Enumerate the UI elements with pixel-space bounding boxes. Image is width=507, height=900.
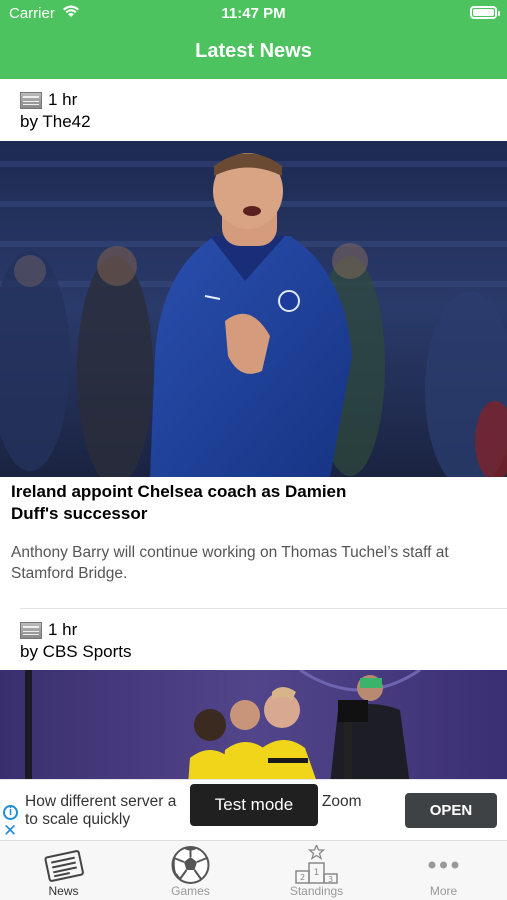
svg-text:3: 3 (328, 875, 333, 884)
article-source: by CBS Sports (20, 642, 132, 661)
tab-standings[interactable]: 1 2 3 Standings (253, 841, 380, 900)
article-meta: 1 hr by The42 (20, 89, 500, 132)
tab-more-label: More (429, 884, 458, 898)
test-mode-toast: Test mode (190, 784, 318, 826)
ad-info-icon[interactable]: i (3, 805, 18, 820)
article-source: by The42 (20, 112, 91, 131)
tab-news-label: News (48, 884, 79, 898)
article-photo[interactable] (0, 141, 507, 477)
ad-close-icon[interactable]: ✕ (3, 821, 17, 841)
newspaper-thumb-icon (20, 91, 42, 109)
newspaper-thumb-icon (20, 621, 42, 639)
svg-text:1: 1 (314, 868, 320, 878)
article-summary: Anthony Barry will continue working on T… (11, 544, 449, 582)
battery-icon (470, 6, 500, 19)
podium-icon: 1 2 3 (295, 845, 338, 884)
ad-open-button[interactable]: OPEN (405, 793, 497, 828)
soccer-ball-icon (171, 846, 210, 884)
more-icon (428, 861, 459, 869)
tab-bar: News Games 1 2 3 Standings More (0, 840, 507, 900)
tab-games[interactable]: Games (127, 841, 254, 900)
article-time: 1 hr (48, 620, 78, 639)
divider (20, 608, 507, 609)
article-photo[interactable] (0, 670, 507, 779)
newspaper-icon (44, 850, 84, 882)
app-header: Carrier 11:47 PM Latest News (0, 0, 507, 79)
news-feed[interactable]: 1 hr by The42 Ireland appoint Chelsea co… (0, 79, 507, 779)
article-time: 1 hr (48, 90, 78, 109)
status-bar: Carrier 11:47 PM (0, 0, 507, 28)
article-meta: 1 hr by CBS Sports (20, 619, 500, 662)
tab-games-label: Games (171, 884, 210, 898)
tab-standings-label: Standings (289, 884, 344, 898)
ad-text-line1-left: How different server a (25, 793, 177, 810)
page-title: Latest News (195, 40, 312, 62)
tab-more[interactable]: More (380, 841, 507, 900)
tab-news[interactable]: News (0, 841, 127, 900)
svg-text:2: 2 (300, 873, 305, 882)
article-headline[interactable]: Ireland appoint Chelsea coach as Damien … (11, 481, 391, 525)
clock: 11:47 PM (221, 5, 286, 22)
